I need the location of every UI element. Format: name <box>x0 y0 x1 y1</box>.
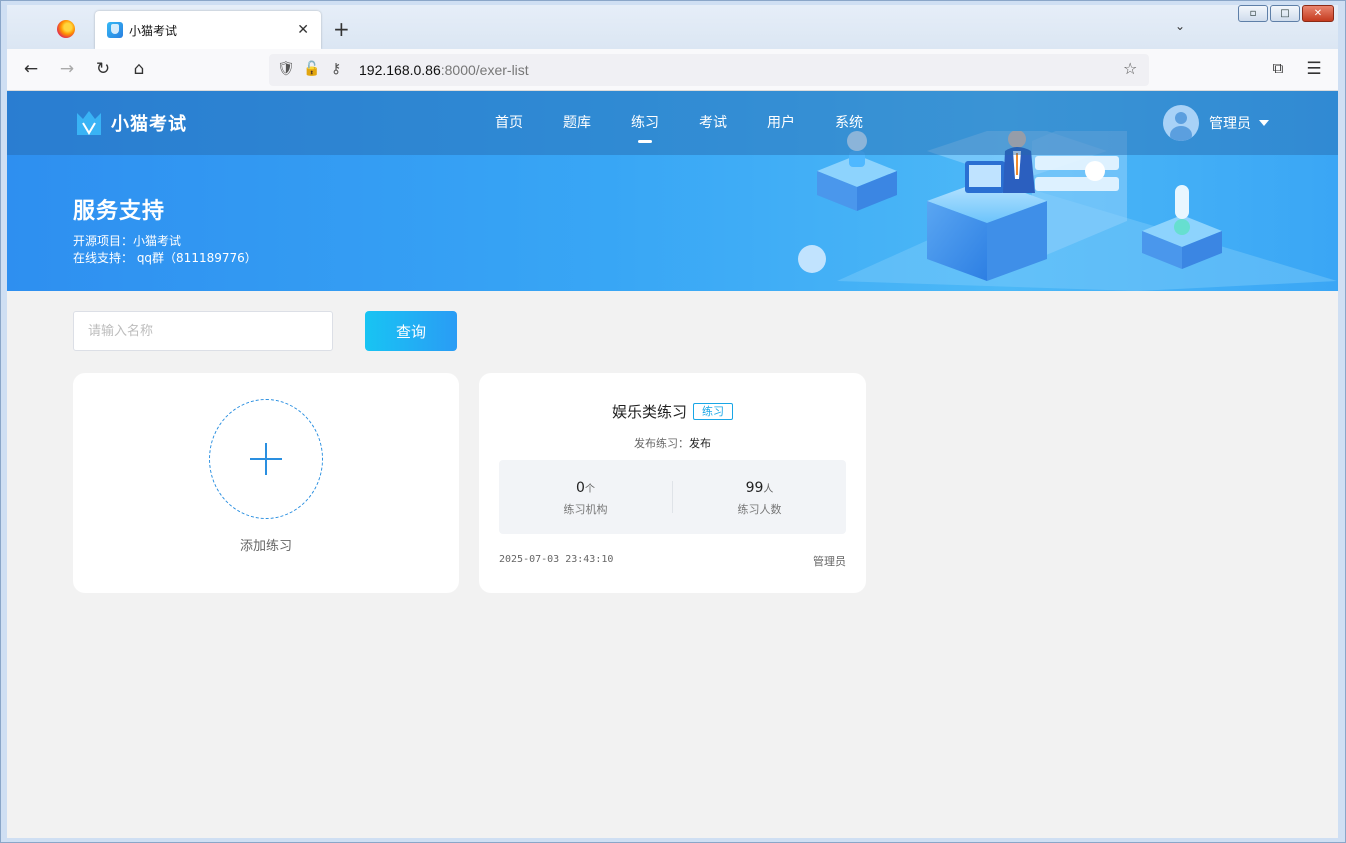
key-icon[interactable]: ⚷ <box>331 61 341 77</box>
new-tab-button[interactable]: + <box>333 17 350 41</box>
avatar[interactable] <box>1163 105 1199 141</box>
menu-item-question-bank[interactable]: 题库 <box>543 91 611 155</box>
menu-item-system[interactable]: 系统 <box>815 91 883 155</box>
practice-title[interactable]: 娱乐类练习 <box>612 401 687 422</box>
window-controls: ▫ □ ✕ <box>1238 5 1334 22</box>
practice-card[interactable]: 娱乐类练习 练习 发布练习：发布 0个 练习机构 99人 练习人数 2025-0… <box>479 373 866 593</box>
menu-item-exam[interactable]: 考试 <box>679 91 747 155</box>
logo-text: 小猫考试 <box>111 114 187 135</box>
back-arrow-icon[interactable]: ← <box>20 59 42 79</box>
close-button[interactable]: ✕ <box>1302 5 1334 22</box>
isometric-illustration <box>798 131 1337 291</box>
browser-tab[interactable]: 小猫考试 ✕ <box>95 11 321 49</box>
maximize-button[interactable]: □ <box>1270 5 1300 22</box>
home-icon[interactable]: ⌂ <box>128 59 150 79</box>
menu-item-practice[interactable]: 练习 <box>611 91 679 155</box>
chevron-down-icon[interactable]: ⌄ <box>1175 19 1185 33</box>
publish-status: 发布练习：发布 <box>634 437 711 450</box>
search-input[interactable] <box>73 311 333 351</box>
stat-participants: 99人 练习人数 <box>737 480 782 516</box>
practice-stats: 0个 练习机构 99人 练习人数 <box>499 460 846 534</box>
practice-owner: 管理员 <box>813 555 846 568</box>
add-practice-label: 添加练习 <box>239 539 292 554</box>
bookmark-star-icon[interactable]: ☆ <box>1123 59 1137 78</box>
practice-timestamp: 2025-07-03 23:43:10 <box>499 554 614 565</box>
menu-item-home[interactable]: 首页 <box>475 91 543 155</box>
page-content: 小猫考试 首页 题库 练习 考试 用户 系统 管理员 服务支持 开源项目：小猫考… <box>7 91 1338 838</box>
user-menu[interactable]: 管理员 <box>1163 105 1269 141</box>
extensions-icon[interactable]: ⧉ <box>1267 59 1289 77</box>
banner-title: 服务支持 <box>73 199 166 224</box>
practice-card-header: 娱乐类练习 练习 <box>479 401 866 422</box>
search-button[interactable]: 查询 <box>365 311 457 351</box>
tab-strip: 小猫考试 ✕ + ⌄ <box>7 5 1338 49</box>
banner-support-line: 在线支持： qq群（811189776） <box>73 251 257 265</box>
cat-favicon-icon <box>107 22 123 38</box>
tab-title: 小猫考试 <box>129 23 178 38</box>
banner: 小猫考试 首页 题库 练习 考试 用户 系统 管理员 服务支持 开源项目：小猫考… <box>7 91 1338 291</box>
navigation-bar: ← → ↻ ⌂ 🛡 🔓 ⚷ 192.168.0.86:8000/exer-lis… <box>7 49 1338 91</box>
firefox-icon[interactable] <box>57 20 75 38</box>
hamburger-menu-icon[interactable]: ☰ <box>1303 59 1325 79</box>
app-logo[interactable]: 小猫考试 <box>73 107 187 139</box>
insecure-lock-icon[interactable]: 🔓 <box>303 61 320 77</box>
app-header: 小猫考试 首页 题库 练习 考试 用户 系统 管理员 <box>7 91 1338 155</box>
banner-project-line: 开源项目：小猫考试 <box>73 234 182 248</box>
username[interactable]: 管理员 <box>1209 113 1251 133</box>
add-circle[interactable] <box>209 399 323 519</box>
stat-organizations: 0个 练习机构 <box>563 480 608 516</box>
url-text[interactable]: 192.168.0.86:8000/exer-list <box>359 62 529 78</box>
forward-arrow-icon[interactable]: → <box>56 59 78 79</box>
shield-icon[interactable]: 🛡 <box>277 61 295 77</box>
cat-logo-icon <box>77 111 101 135</box>
caret-down-icon[interactable] <box>1259 120 1269 126</box>
menu-item-users[interactable]: 用户 <box>747 91 815 155</box>
add-practice-card[interactable]: 添加练习 <box>73 373 459 593</box>
browser-window: 小猫考试 ✕ + ⌄ ▫ □ ✕ ← → ↻ ⌂ 🛡 🔓 ⚷ 192.168.0… <box>0 0 1346 843</box>
practice-tag: 练习 <box>693 403 733 420</box>
address-bar[interactable]: 🛡 🔓 ⚷ 192.168.0.86:8000/exer-list ☆ <box>269 54 1149 86</box>
tab-close-icon[interactable]: ✕ <box>297 22 309 38</box>
reload-icon[interactable]: ↻ <box>92 59 114 79</box>
minimize-button[interactable]: ▫ <box>1238 5 1268 22</box>
main-menu: 首页 题库 练习 考试 用户 系统 <box>475 91 883 155</box>
